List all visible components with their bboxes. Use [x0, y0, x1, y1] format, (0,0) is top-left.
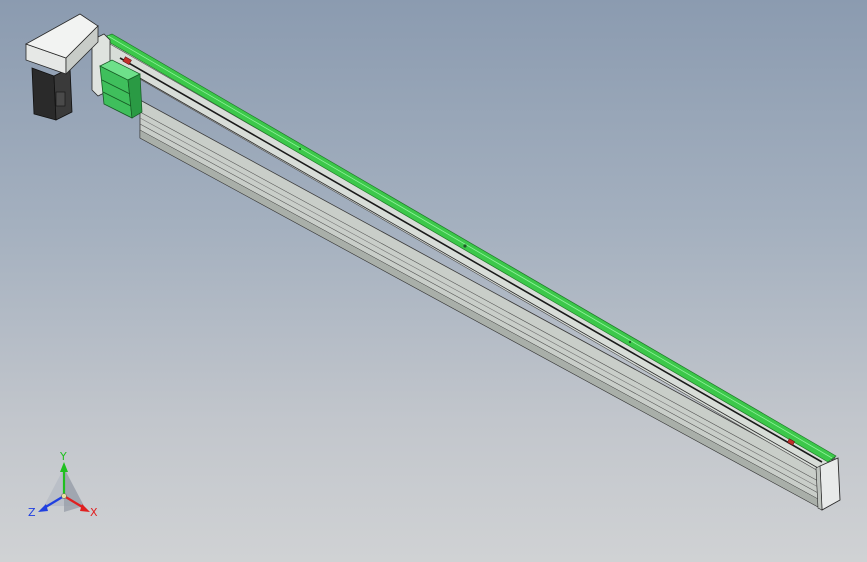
end-cap[interactable] [819, 457, 841, 511]
profile-lower-strip[interactable] [139, 129, 821, 509]
reference-triad[interactable]: Y X Z [28, 450, 98, 519]
motor-housing-front[interactable] [31, 67, 57, 121]
graphics-viewport[interactable]: Y X Z [0, 0, 867, 562]
profile-groove-line [139, 111, 821, 483]
rail-screw [463, 244, 467, 248]
triad-y-arrow [60, 462, 68, 472]
motor-connector[interactable] [55, 91, 66, 107]
rail-screw [628, 340, 632, 344]
linear-actuator-model[interactable] [25, 13, 841, 511]
rail-screw [298, 147, 302, 151]
triad-z-label: Z [28, 506, 36, 519]
profile-groove-line [139, 123, 821, 495]
profile-slot-edge [111, 61, 819, 469]
profile-slot [119, 57, 823, 463]
triad-origin [61, 493, 67, 499]
profile-groove-line [139, 117, 821, 489]
linear-rail-highlight [107, 35, 833, 459]
cad-scene[interactable]: Y X Z [0, 0, 867, 562]
servo-motor[interactable] [25, 13, 99, 121]
triad-y-label: Y [59, 450, 67, 463]
triad-x-label: X [90, 506, 98, 519]
linear-rail[interactable] [101, 33, 837, 463]
